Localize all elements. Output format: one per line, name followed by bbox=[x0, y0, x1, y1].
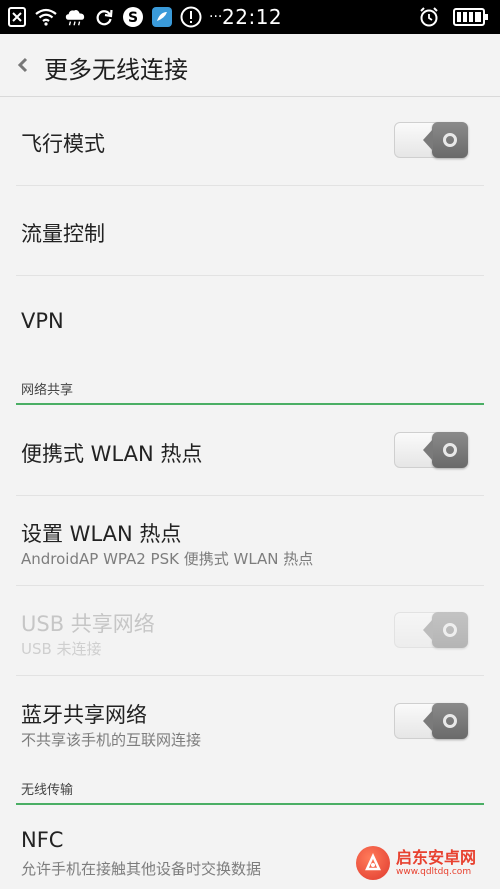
section-title: 无线传输 bbox=[21, 783, 74, 798]
airplane-mode-row[interactable]: 飞行模式 bbox=[0, 97, 500, 185]
bluetooth-tethering-label: 蓝牙共享网络 bbox=[21, 703, 147, 727]
portable-hotspot-toggle[interactable] bbox=[394, 432, 468, 468]
more-notifications-dots: ··· bbox=[209, 9, 223, 25]
wifi-icon bbox=[35, 6, 57, 28]
bluetooth-tethering-toggle[interactable] bbox=[394, 703, 468, 739]
section-header-wireless-transfer: 无线传输 bbox=[0, 769, 500, 805]
status-right-icons bbox=[418, 5, 490, 29]
alarm-icon bbox=[418, 6, 440, 28]
portable-hotspot-label: 便携式 WLAN 热点 bbox=[21, 442, 203, 466]
alert-icon bbox=[180, 6, 202, 28]
watermark-text: 启东安卓网 bbox=[396, 848, 477, 867]
vpn-label: VPN bbox=[21, 309, 64, 333]
usb-tethering-label: USB 共享网络 bbox=[21, 612, 155, 636]
section-header-tethering: 网络共享 bbox=[0, 369, 500, 405]
status-clock: 22:12 bbox=[222, 5, 283, 29]
page-title: 更多无线连接 bbox=[44, 56, 188, 84]
status-left-icons: S ··· bbox=[6, 5, 222, 29]
battery-icon bbox=[452, 6, 490, 28]
usb-tethering-toggle bbox=[394, 612, 468, 648]
back-button[interactable] bbox=[10, 52, 36, 78]
section-title: 网络共享 bbox=[21, 383, 74, 398]
vpn-row[interactable]: VPN bbox=[0, 276, 500, 366]
portable-hotspot-row[interactable]: 便携式 WLAN 热点 bbox=[0, 405, 500, 495]
watermark-logo-icon bbox=[356, 846, 390, 880]
watermark-url: www.qdltdq.com bbox=[396, 867, 472, 877]
chevron-left-icon bbox=[17, 57, 28, 73]
traffic-control-label: 流量控制 bbox=[21, 222, 105, 246]
airplane-mode-toggle[interactable] bbox=[394, 122, 468, 158]
bluetooth-tethering-summary: 不共享该手机的互联网连接 bbox=[21, 731, 202, 749]
airplane-mode-label: 飞行模式 bbox=[21, 132, 105, 156]
close-box-icon bbox=[6, 6, 28, 28]
site-watermark: 启东安卓网 www.qdltdq.com bbox=[356, 843, 496, 883]
refresh-icon bbox=[93, 6, 115, 28]
title-bar: 更多无线连接 bbox=[0, 34, 500, 97]
usb-tethering-row: USB 共享网络 USB 未连接 bbox=[0, 586, 500, 675]
nfc-summary: 允许手机在接触其他设备时交换数据 bbox=[21, 860, 262, 878]
nfc-label: NFC bbox=[21, 828, 64, 852]
app-shield-icon bbox=[151, 6, 173, 28]
section-divider bbox=[16, 803, 484, 805]
weather-cloud-icon bbox=[64, 6, 86, 28]
svg-text:S: S bbox=[128, 10, 138, 26]
hotspot-settings-row[interactable]: 设置 WLAN 热点 AndroidAP WPA2 PSK 便携式 WLAN 热… bbox=[0, 496, 500, 585]
hotspot-settings-summary: AndroidAP WPA2 PSK 便携式 WLAN 热点 bbox=[21, 550, 314, 568]
status-bar: S ··· 22:12 bbox=[0, 0, 500, 34]
bluetooth-tethering-row[interactable]: 蓝牙共享网络 不共享该手机的互联网连接 bbox=[0, 676, 500, 766]
sync-s-icon: S bbox=[122, 6, 144, 28]
traffic-control-row[interactable]: 流量控制 bbox=[0, 186, 500, 275]
usb-tethering-summary: USB 未连接 bbox=[21, 640, 102, 658]
hotspot-settings-label: 设置 WLAN 热点 bbox=[21, 522, 182, 546]
